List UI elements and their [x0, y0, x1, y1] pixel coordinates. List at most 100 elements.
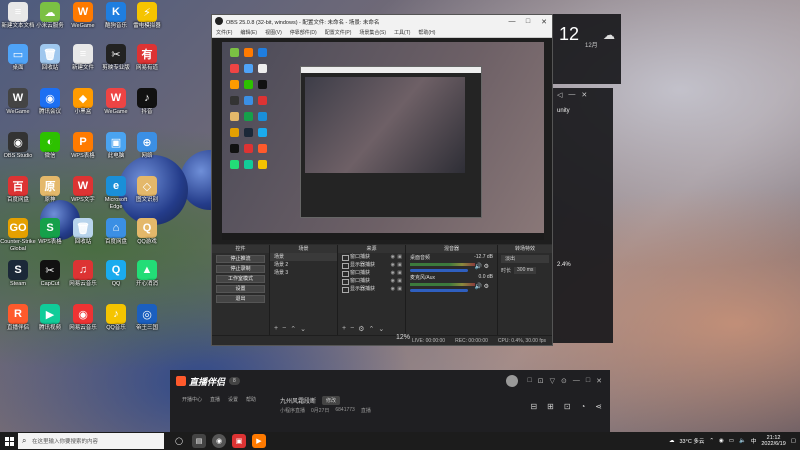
tab-settings[interactable]: 设置: [228, 396, 238, 403]
menu-docks[interactable]: 停靠部件(D): [290, 29, 317, 36]
tray-chevron-icon[interactable]: ⌃: [709, 438, 714, 444]
desktop-icon[interactable]: ≡ 新建文本文档: [0, 2, 36, 30]
settings-icon[interactable]: ⊙: [561, 377, 567, 385]
desktop-icon[interactable]: P WPS表格: [65, 132, 101, 160]
live-app-window[interactable]: 直播伴侣 8 □ ⊡ ▽ ⊙ — □ ✕ 开播中心 直播 设置 帮助 九州风霜段…: [170, 370, 610, 432]
maximize-icon[interactable]: □: [520, 15, 536, 28]
menu-help[interactable]: 帮助(H): [418, 29, 435, 36]
desktop-icon[interactable]: ≡ 新建文件: [65, 44, 101, 72]
search-input[interactable]: 在这里输入你要搜索的内容: [18, 433, 164, 449]
desktop-icon[interactable]: ✂ CapCut: [32, 260, 68, 288]
source-item[interactable]: 显示器捕获 ◉ ▣: [338, 285, 405, 293]
menu-file[interactable]: 文件(F): [216, 29, 232, 36]
weather-icon[interactable]: ☁: [669, 438, 675, 444]
close-icon[interactable]: ✕: [596, 377, 602, 385]
desktop-icon[interactable]: ♫ 网易云音乐: [65, 260, 101, 288]
close-icon[interactable]: ✕: [581, 91, 587, 99]
desktop-icon[interactable]: 🗑 回收站: [32, 44, 68, 72]
taskbar-clock[interactable]: 21:12 2022/6/19: [761, 435, 785, 447]
share-icon[interactable]: ⋖: [595, 402, 602, 411]
lock-icon[interactable]: ▣: [397, 277, 402, 285]
minimize-icon[interactable]: —: [573, 377, 580, 385]
desktop-icon[interactable]: ◐ 微信: [32, 132, 68, 160]
weather-text[interactable]: 33°C 多云: [680, 437, 705, 445]
scene-item[interactable]: 场景 2: [270, 261, 337, 269]
desktop-icon[interactable]: ◉ OBS Studio: [0, 132, 36, 160]
menu-edit[interactable]: 编辑(E): [240, 29, 257, 36]
notification-icon[interactable]: ▢: [791, 438, 796, 444]
speaker-icon[interactable]: 🔊 ⚙: [474, 263, 489, 270]
desktop-icon[interactable]: ⚡ 雷电模拟器: [129, 2, 165, 30]
menu-profile[interactable]: 配置文件(P): [325, 29, 352, 36]
eye-icon[interactable]: ◉: [391, 269, 395, 277]
remove-icon[interactable]: −: [350, 325, 354, 333]
desktop-icon[interactable]: W WeGame: [0, 88, 36, 116]
tab-live[interactable]: 直播: [210, 396, 220, 403]
start-button[interactable]: [0, 432, 18, 450]
obs-taskbar-icon[interactable]: ◉: [212, 434, 226, 448]
lang-indicator[interactable]: 中: [751, 437, 757, 445]
recorder-taskbar-icon[interactable]: ▣: [232, 434, 246, 448]
filter-icon[interactable]: ▽: [550, 377, 555, 385]
desktop-icon[interactable]: ◆ 小黑盒: [65, 88, 101, 116]
studio-mode-button[interactable]: 工作室模式: [216, 275, 265, 283]
add-icon[interactable]: +: [342, 325, 346, 333]
desktop-icon[interactable]: 百百度网盘: [0, 176, 36, 204]
menu-view[interactable]: 视图(V): [265, 29, 282, 36]
remove-icon[interactable]: −: [282, 325, 286, 333]
speaker-icon[interactable]: 🔊 ⚙: [474, 283, 489, 290]
scene-item[interactable]: 场景: [270, 253, 337, 261]
transition-select[interactable]: 淡出: [501, 255, 549, 263]
minimize-icon[interactable]: —: [504, 15, 520, 28]
up-icon[interactable]: ⌃: [368, 325, 374, 333]
up-icon[interactable]: ⌃: [290, 325, 296, 333]
stop-stream-button[interactable]: 停止推流: [216, 255, 265, 263]
stop-record-button[interactable]: 停止录制: [216, 265, 265, 273]
desktop-icon[interactable]: ◉ 腾讯会议: [32, 88, 68, 116]
bell-icon[interactable]: ◔: [580, 402, 585, 411]
lock-icon[interactable]: ▣: [397, 253, 402, 261]
avatar[interactable]: [506, 375, 518, 387]
desktop-icon[interactable]: ◇ 图文识别: [129, 176, 165, 204]
desktop-icon[interactable]: W WPS文字: [65, 176, 101, 204]
desktop-icon[interactable]: 🗑 回收站: [65, 218, 101, 246]
gear-icon[interactable]: ⚙: [358, 325, 364, 333]
down-icon[interactable]: ⌄: [378, 325, 384, 333]
screen-icon[interactable]: ⊡: [564, 402, 571, 411]
tab-center[interactable]: 开播中心: [182, 396, 202, 403]
eye-icon[interactable]: ◉: [391, 285, 395, 293]
explorer-icon[interactable]: ▤: [192, 434, 206, 448]
source-item[interactable]: 显示器捕获 ◉ ▣: [338, 261, 405, 269]
desktop-icon[interactable]: ◉ 网易云音乐: [65, 304, 101, 332]
menu-scene-collection[interactable]: 场景集合(S): [359, 29, 386, 36]
edit-title-button[interactable]: 修改: [322, 396, 341, 405]
gift-icon[interactable]: ⊞: [547, 402, 554, 411]
volume-icon[interactable]: ◁: [557, 91, 562, 99]
desktop-icon[interactable]: ☁ 小米云服务: [32, 2, 68, 30]
source-item[interactable]: 窗口捕获 ◉ ▣: [338, 269, 405, 277]
lock-icon[interactable]: ▣: [397, 261, 402, 269]
exit-button[interactable]: 退出: [216, 295, 265, 303]
source-item[interactable]: 窗口捕获 ◉ ▣: [338, 277, 405, 285]
minimize-icon[interactable]: —: [568, 91, 575, 99]
maximize-icon[interactable]: □: [586, 377, 590, 385]
desktop-icon[interactable]: ♪ 抖音: [129, 88, 165, 116]
obs-window[interactable]: OBS 25.0.8 (32-bit, windows) - 配置文件: 未命名…: [211, 14, 553, 346]
duration-input[interactable]: 300 ms: [514, 267, 537, 274]
close-icon[interactable]: ✕: [536, 15, 552, 28]
desktop-icon[interactable]: ▲ 开心消消: [129, 260, 165, 288]
obs-preview[interactable]: [212, 38, 552, 244]
network-icon[interactable]: ▭: [729, 438, 734, 444]
volume-slider[interactable]: [410, 289, 469, 292]
add-icon[interactable]: +: [274, 325, 278, 333]
tray-app-icon[interactable]: ◉: [719, 438, 724, 444]
eye-icon[interactable]: ◉: [391, 277, 395, 285]
volume-icon[interactable]: 🔈: [739, 438, 746, 444]
eye-icon[interactable]: ◉: [391, 261, 395, 269]
obs-titlebar[interactable]: OBS 25.0.8 (32-bit, windows) - 配置文件: 未命名…: [212, 15, 552, 28]
desktop-icon[interactable]: S WPS表格: [32, 218, 68, 246]
layout-icon[interactable]: ⊟: [530, 402, 537, 411]
desktop-icon[interactable]: 有网易有道: [129, 44, 165, 72]
live-taskbar-icon[interactable]: ▶: [252, 434, 266, 448]
desktop-icon[interactable]: S Steam: [0, 260, 36, 288]
